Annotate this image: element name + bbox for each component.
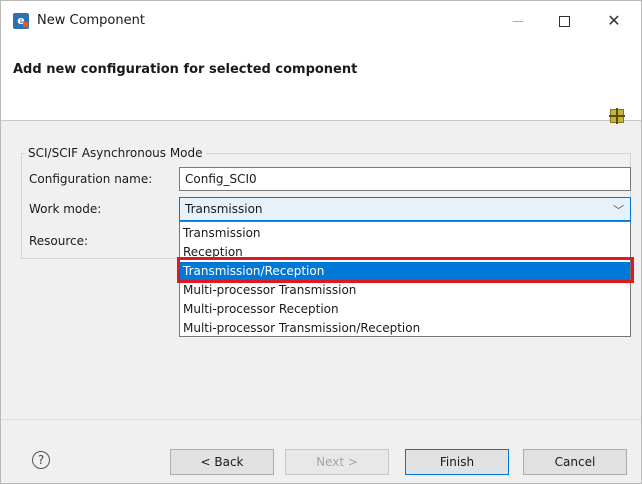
work-mode-dropdown-list: Transmission Reception Transmission/Rece… [179,221,631,337]
work-mode-label: Work mode: [29,202,102,216]
minimize-button[interactable]: — [503,9,533,33]
maximize-icon [558,16,570,27]
config-name-label: Configuration name: [29,172,153,186]
option-reception[interactable]: Reception [180,243,630,262]
resource-label: Resource: [29,234,89,248]
back-button[interactable]: < Back [170,449,274,475]
chevron-down-icon[interactable]: ﹀ [613,202,624,218]
next-button[interactable]: Next > [285,449,389,475]
finish-button[interactable]: Finish [405,449,509,475]
close-button[interactable]: ✕ [599,9,629,33]
wizard-header: Add new configuration for selected compo… [1,41,641,124]
group-title: SCI/SCIF Asynchronous Mode [25,146,206,160]
config-name-field[interactable]: Config_SCI0 [179,167,631,191]
option-transmission-reception[interactable]: Transmission/Reception [180,262,630,281]
option-transmission[interactable]: Transmission [180,224,630,243]
help-icon[interactable]: ? [32,451,50,469]
window-title: New Component [37,13,145,28]
new-component-dialog: e New Component — ✕ Add new configuratio… [0,0,642,484]
option-mp-transmission-reception[interactable]: Multi-processor Transmission/Reception [180,319,630,338]
work-mode-value: Transmission [185,202,263,216]
option-mp-reception[interactable]: Multi-processor Reception [180,300,630,319]
cancel-button[interactable]: Cancel [523,449,627,475]
title-bar: e New Component — ✕ [1,1,641,41]
page-title: Add new configuration for selected compo… [13,62,358,77]
work-mode-select[interactable]: Transmission ﹀ [179,197,631,221]
component-grid-icon [609,108,625,124]
footer-divider [1,419,641,420]
app-icon: e [13,13,29,29]
maximize-button[interactable] [549,9,579,33]
option-mp-transmission[interactable]: Multi-processor Transmission [180,281,630,300]
